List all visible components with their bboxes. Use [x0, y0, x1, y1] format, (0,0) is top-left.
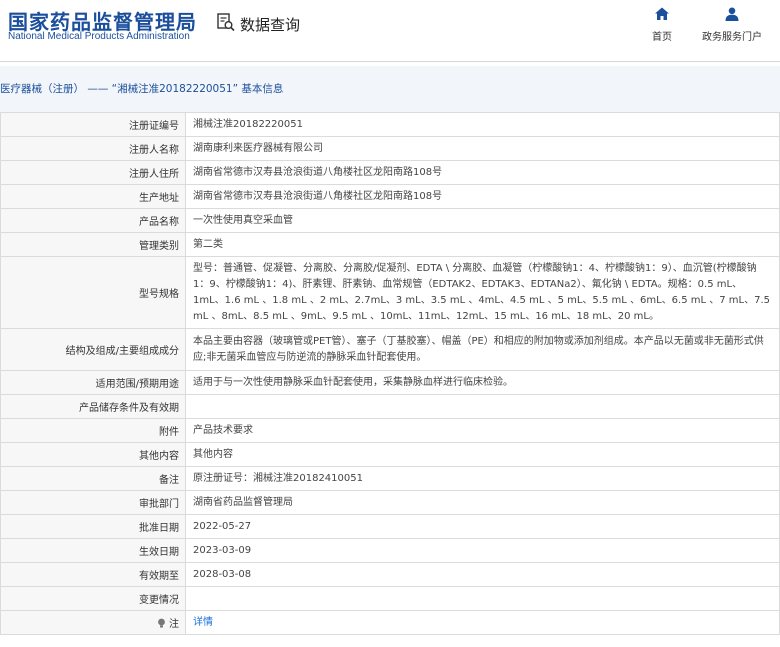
row-label: 有效期至 [0, 562, 186, 587]
row-label: 其他内容 [0, 442, 186, 467]
user-icon [724, 6, 740, 25]
details-link[interactable]: 详情 [193, 617, 213, 628]
row-value [185, 586, 780, 611]
row-value: 湖南省常德市汉寿县沧浪街道八角楼社区龙阳南路108号 [185, 160, 780, 185]
table-row: 注册人名称 湖南康利来医疗器械有限公司 [0, 136, 780, 161]
row-label: 结构及组成/主要组成成分 [0, 328, 186, 371]
table-row: 管理类别 第二类 [0, 232, 780, 257]
bulb-icon [157, 618, 169, 630]
row-label: 产品名称 [0, 208, 186, 233]
row-value: 适用于与一次性使用静脉采血针配套使用，采集静脉血样进行临床检验。 [185, 370, 780, 395]
row-label: 注 [169, 619, 179, 630]
row-value: 湘械注准20182220051 [185, 112, 780, 137]
row-label: 附件 [0, 418, 186, 443]
table-row: 批准日期 2022-05-27 [0, 514, 780, 539]
row-value: 其他内容 [185, 442, 780, 467]
table-row: 变更情况 [0, 586, 780, 611]
table-row: 产品储存条件及有效期 [0, 394, 780, 419]
nav-gov-service[interactable]: 政务服务门户 [702, 6, 762, 43]
nav-home[interactable]: 首页 [652, 6, 672, 43]
row-label: 注册证编号 [0, 112, 186, 137]
row-value: 湖南省药品监督管理局 [185, 490, 780, 515]
table-row: 注 详情 [0, 610, 780, 635]
table-row: 其他内容 其他内容 [0, 442, 780, 467]
table-row: 结构及组成/主要组成成分 本品主要由容器（玻璃管或PET管）、塞子（丁基胶塞）、… [0, 328, 780, 371]
nav-home-label: 首页 [652, 32, 672, 43]
row-label: 批准日期 [0, 514, 186, 539]
nav-gov-service-label: 政务服务门户 [702, 32, 762, 43]
row-value: 第二类 [185, 232, 780, 257]
row-value: 本品主要由容器（玻璃管或PET管）、塞子（丁基胶塞）、帽盖（PE）和相应的附加物… [185, 328, 780, 371]
row-value: 原注册证号：湘械注准20182410051 [185, 466, 780, 491]
site-logo-subtitle: National Medical Products Administration [8, 31, 190, 42]
home-icon [654, 6, 670, 25]
table-row: 注册人住所 湖南省常德市汉寿县沧浪街道八角楼社区龙阳南路108号 [0, 160, 780, 185]
table-row: 适用范围/预期用途 适用于与一次性使用静脉采血针配套使用，采集静脉血样进行临床检… [0, 370, 780, 395]
row-label: 注册人名称 [0, 136, 186, 161]
data-query-title: 数据查询 [216, 12, 300, 36]
table-row: 有效期至 2028-03-08 [0, 562, 780, 587]
table-row: 生产地址 湖南省常德市汉寿县沧浪街道八角楼社区龙阳南路108号 [0, 184, 780, 209]
row-label: 审批部门 [0, 490, 186, 515]
row-value: 2028-03-08 [185, 562, 780, 587]
detail-table: 注册证编号 湘械注准20182220051 注册人名称 湖南康利来医疗器械有限公… [0, 112, 780, 635]
row-label: 管理类别 [0, 232, 186, 257]
table-row: 型号规格 型号：普通管、促凝管、分离胶、分离胶/促凝剂、EDTA \ 分离胶、血… [0, 256, 780, 329]
row-label: 型号规格 [0, 256, 186, 329]
row-value: 湖南康利来医疗器械有限公司 [185, 136, 780, 161]
row-label: 生效日期 [0, 538, 186, 563]
row-label: 生产地址 [0, 184, 186, 209]
row-value: 产品技术要求 [185, 418, 780, 443]
row-label: 备注 [0, 466, 186, 491]
table-row: 生效日期 2023-03-09 [0, 538, 780, 563]
table-row: 备注 原注册证号：湘械注准20182410051 [0, 466, 780, 491]
row-value: 2022-05-27 [185, 514, 780, 539]
row-label: 变更情况 [0, 586, 186, 611]
site-header: 国家药品监督管理局 National Medical Products Admi… [0, 0, 780, 54]
data-query-label: 数据查询 [240, 15, 301, 34]
data-query-icon [216, 12, 236, 36]
row-value: 一次性使用真空采血管 [185, 208, 780, 233]
row-label: 产品储存条件及有效期 [0, 394, 186, 419]
table-row: 注册证编号 湘械注准20182220051 [0, 112, 780, 137]
header-divider [0, 61, 780, 62]
table-row: 附件 产品技术要求 [0, 418, 780, 443]
row-value: 湖南省常德市汉寿县沧浪街道八角楼社区龙阳南路108号 [185, 184, 780, 209]
row-value: 型号：普通管、促凝管、分离胶、分离胶/促凝剂、EDTA \ 分离胶、血凝管（柠檬… [185, 256, 780, 329]
table-row: 审批部门 湖南省药品监督管理局 [0, 490, 780, 515]
breadcrumb: 医疗器械（注册） —— “湘械注准20182220051” 基本信息 [0, 66, 780, 112]
row-label: 适用范围/预期用途 [0, 370, 186, 395]
table-row: 产品名称 一次性使用真空采血管 [0, 208, 780, 233]
row-value [185, 394, 780, 419]
row-value: 2023-03-09 [185, 538, 780, 563]
row-label: 注册人住所 [0, 160, 186, 185]
row-label-note: 注 [0, 610, 186, 635]
